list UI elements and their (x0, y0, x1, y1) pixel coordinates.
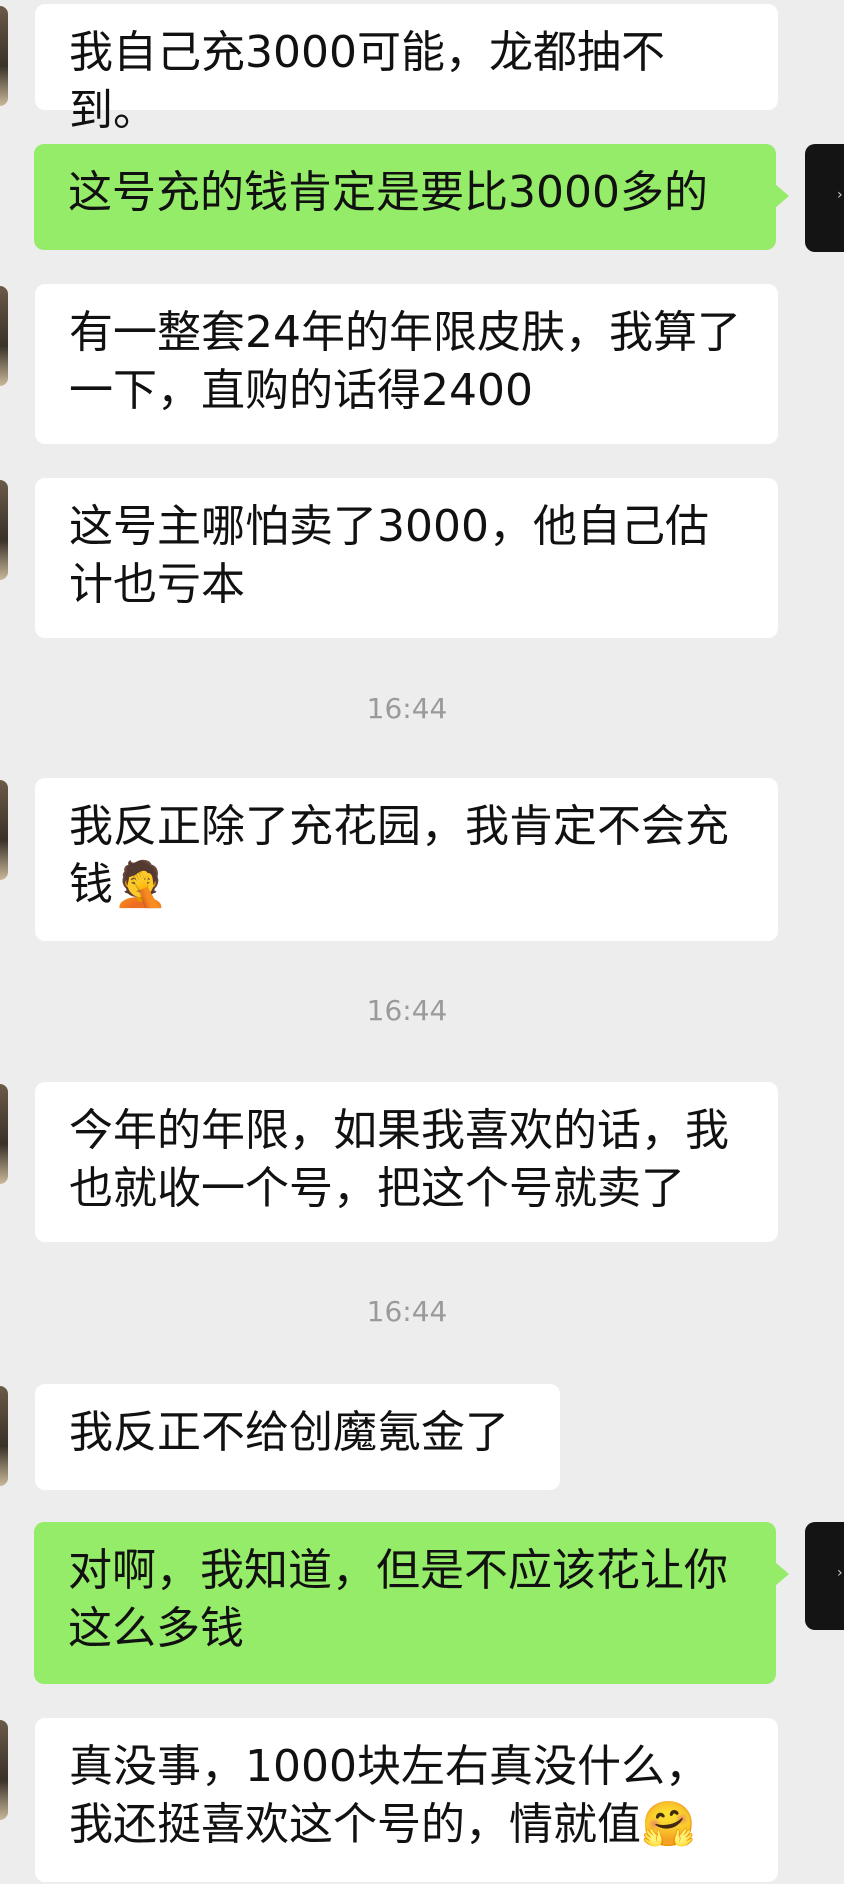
contact-avatar-icon[interactable] (0, 1386, 8, 1486)
self-avatar-icon[interactable]: › (805, 1522, 844, 1630)
message-text: 我反正除了充花园，我肯定不会充钱 (69, 801, 729, 910)
incoming-message[interactable]: 今年的年限，如果我喜欢的话，我也就收一个号，把这个号就卖了 (35, 1082, 778, 1242)
bubble-tail-icon (775, 184, 789, 208)
timestamp: 16:44 (366, 1295, 448, 1328)
chat-history[interactable]: 我自己充3000可能，龙都抽不到。 这号充的钱肯定是要比3000多的 › 有一整… (0, 0, 844, 1884)
facepalm-emoji-icon: 🤦 (113, 859, 168, 910)
outgoing-message[interactable]: 这号充的钱肯定是要比3000多的 (34, 144, 776, 250)
incoming-message[interactable]: 这号主哪怕卖了3000，他自己估计也亏本 (35, 478, 778, 638)
message-text: 这号充的钱肯定是要比3000多的 (68, 167, 708, 218)
bubble-tail-icon (775, 1562, 789, 1586)
contact-avatar-icon[interactable] (0, 480, 8, 580)
incoming-message[interactable]: 真没事，1000块左右真没什么，我还挺喜欢这个号的，情就值🤗 (35, 1718, 778, 1882)
incoming-message[interactable]: 我反正不给创魔氪金了 (35, 1384, 560, 1490)
incoming-message[interactable]: 有一整套24年的年限皮肤，我算了一下，直购的话得2400 (35, 284, 778, 444)
avatar-glyph-icon: › (837, 1565, 843, 1581)
message-text: 我反正不给创魔氪金了 (69, 1407, 509, 1458)
contact-avatar-icon[interactable] (0, 1084, 8, 1184)
message-text: 我自己充3000可能，龙都抽不到。 (69, 27, 665, 136)
message-text: 这号主哪怕卖了3000，他自己估计也亏本 (69, 501, 709, 610)
incoming-message[interactable]: 我反正除了充花园，我肯定不会充钱🤦 (35, 778, 778, 941)
avatar-glyph-icon: › (837, 187, 843, 203)
timestamp: 16:44 (366, 994, 448, 1027)
message-text: 真没事，1000块左右真没什么，我还挺喜欢这个号的，情就值 (69, 1741, 709, 1850)
self-avatar-icon[interactable]: › (805, 144, 844, 252)
contact-avatar-icon[interactable] (0, 286, 8, 386)
message-text: 对啊，我知道，但是不应该花让你这么多钱 (68, 1545, 728, 1654)
contact-avatar-icon[interactable] (0, 780, 8, 880)
message-text: 今年的年限，如果我喜欢的话，我也就收一个号，把这个号就卖了 (69, 1105, 729, 1214)
incoming-message[interactable]: 我自己充3000可能，龙都抽不到。 (35, 4, 778, 136)
outgoing-message[interactable]: 对啊，我知道，但是不应该花让你这么多钱 (34, 1522, 776, 1684)
smile-hug-emoji-icon: 🤗 (641, 1799, 696, 1850)
message-text: 有一整套24年的年限皮肤，我算了一下，直购的话得2400 (69, 307, 741, 416)
contact-avatar-icon[interactable] (0, 6, 8, 106)
timestamp: 16:44 (366, 692, 448, 725)
contact-avatar-icon[interactable] (0, 1720, 8, 1820)
